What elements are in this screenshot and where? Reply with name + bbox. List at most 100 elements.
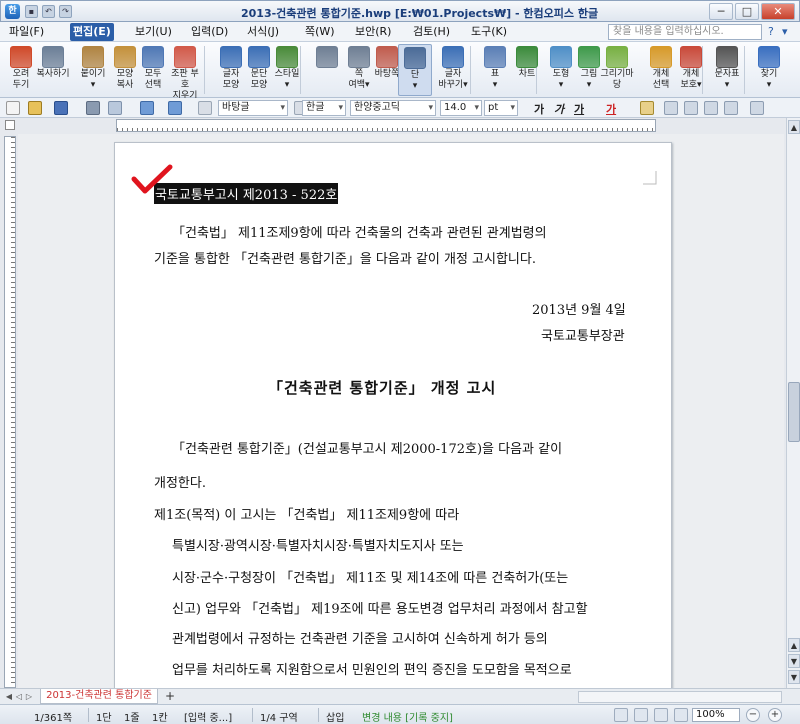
scissors-button[interactable]: 오려 두기	[4, 44, 38, 96]
open-folder-icon[interactable]	[28, 101, 42, 115]
columns-button[interactable]: 단 ▾	[398, 44, 432, 96]
ribbon-separator	[744, 46, 745, 94]
tab-prev-icon[interactable]: ◁	[14, 691, 24, 703]
align-justify-icon[interactable]	[724, 101, 738, 115]
line-spacing-icon[interactable]	[750, 101, 764, 115]
scrollbar-thumb[interactable]	[788, 382, 800, 442]
save-icon[interactable]	[54, 101, 68, 115]
minimize-button[interactable]: ─	[709, 3, 733, 20]
view-outline-icon[interactable]	[674, 708, 688, 722]
menu-view[interactable]: 보기(U)	[132, 23, 175, 41]
find-button[interactable]: 찾기 ▾	[752, 44, 786, 96]
font-select[interactable]: 한양중고딕	[350, 100, 436, 116]
table-button[interactable]: 표 ▾	[478, 44, 512, 96]
copy-button[interactable]: 복사하기	[36, 44, 70, 96]
title-bar: 한 ▪ ↶ ↷ 2013-건축관련 통합기준.hwp [E:₩01.Projec…	[0, 0, 800, 22]
undo-icon[interactable]: ↶	[42, 5, 55, 18]
scroll-down-icon[interactable]: ▼	[788, 670, 800, 684]
unit-select[interactable]: pt	[484, 100, 518, 116]
status-line: 1줄	[124, 713, 140, 724]
menu-edit[interactable]: 편집(E)	[70, 23, 114, 41]
page-button[interactable]	[310, 44, 344, 96]
redo-icon[interactable]: ↷	[59, 5, 72, 18]
tab-next-icon[interactable]: ▷	[24, 691, 34, 703]
tab-first-icon[interactable]: ◀	[4, 691, 14, 703]
status-track-changes[interactable]: 변경 내용 [기록 중지]	[362, 709, 453, 724]
status-area[interactable]: 1/4 구역	[260, 709, 298, 724]
horizontal-scrollbar[interactable]	[578, 691, 782, 703]
doc-article-line: 특별시장·광역시장·특별자치시장·특별자치도지사 또는	[172, 539, 464, 554]
new-document-icon[interactable]	[6, 101, 20, 115]
paste-button[interactable]: 붙이기 ▾	[76, 44, 110, 96]
zoom-select[interactable]: 100%	[692, 708, 740, 722]
chart-button[interactable]: 차트	[510, 44, 544, 96]
undo-icon[interactable]	[140, 101, 154, 115]
menu-tools[interactable]: 도구(K)	[468, 23, 510, 41]
menu-page[interactable]: 쪽(W)	[302, 23, 338, 41]
align-left-icon[interactable]	[664, 101, 678, 115]
view-web-icon[interactable]	[654, 708, 668, 722]
font-size-select[interactable]: 14.0	[440, 100, 482, 116]
ribbon-button-label: 붙이기 ▾	[80, 69, 106, 90]
add-tab-button[interactable]: +	[160, 690, 180, 703]
ribbon-options-icon[interactable]: ▾	[782, 25, 788, 38]
object-protect-button[interactable]: 개체 보호▾	[674, 44, 708, 96]
menu-security[interactable]: 보안(R)	[352, 23, 394, 41]
format-painter-icon	[114, 46, 136, 68]
symbol-icon	[716, 46, 738, 68]
vertical-scrollbar[interactable]: ▲ ▲ ▼ ▼	[786, 118, 800, 690]
bold-button[interactable]: 가	[534, 101, 544, 117]
menu-file[interactable]: 파일(F)	[6, 23, 47, 41]
print-icon[interactable]	[86, 101, 100, 115]
align-right-icon[interactable]	[704, 101, 718, 115]
view-normal-icon[interactable]	[614, 708, 628, 722]
style-button[interactable]: 스타일 ▾	[270, 44, 304, 96]
style-select[interactable]: 바탕글	[218, 100, 288, 116]
doc-title: 「건축관련 통합기준」 개정 고시	[268, 379, 497, 397]
object-select-button[interactable]: 개체 선택	[644, 44, 678, 96]
maximize-button[interactable]: □	[735, 3, 759, 20]
status-insert-mode[interactable]: 삽입	[326, 709, 344, 724]
object-select-icon	[650, 46, 672, 68]
menu-insert[interactable]: 입력(D)	[188, 23, 231, 41]
status-bar: 1/361쪽 1단 1줄 1칸 [입력 중...] 1/4 구역 삽입 변경 내…	[0, 704, 800, 724]
menu-format[interactable]: 서식(J)	[244, 23, 282, 41]
scroll-page-up-icon[interactable]: ▲	[788, 638, 800, 652]
select-all-button[interactable]: 모두 선택	[136, 44, 170, 96]
doc-paragraph-line: 「건축법」 제11조제9항에 따라 건축물의 건축과 관련된 관계법령의	[172, 226, 547, 241]
horizontal-ruler[interactable]	[116, 119, 656, 132]
clipart-button[interactable]: 그리기마당	[600, 44, 634, 96]
document-tab-bar: ◀ ◁ ▷ 2013-건축관련 통합기준 +	[0, 688, 800, 704]
clear-format-button[interactable]: 조판 부호 지우기	[168, 44, 202, 101]
save-icon[interactable]: ▪	[25, 5, 38, 18]
print-preview-icon[interactable]	[108, 101, 122, 115]
ribbon-button-label: 표 ▾	[490, 69, 500, 90]
vertical-ruler[interactable]	[4, 136, 16, 688]
align-center-icon[interactable]	[684, 101, 698, 115]
find-icon	[758, 46, 780, 68]
italic-button[interactable]: 가	[554, 101, 564, 117]
view-layout-icon[interactable]	[634, 708, 648, 722]
language-select[interactable]: 한글	[302, 100, 346, 116]
hancom-logo-icon[interactable]: 한	[5, 4, 20, 19]
zoom-out-button[interactable]: −	[746, 708, 760, 722]
menu-review[interactable]: 검토(H)	[410, 23, 453, 41]
search-input[interactable]: 찾을 내용을 입력하십시오.	[608, 24, 762, 40]
symbol-button[interactable]: 문자표 ▾	[710, 44, 744, 96]
replace-text-button[interactable]: 글자 바꾸기▾	[436, 44, 470, 96]
highlight-icon[interactable]	[640, 101, 654, 115]
font-color-button[interactable]: 가	[606, 101, 616, 117]
scroll-page-down-icon[interactable]: ▼	[788, 654, 800, 668]
ribbon-button-label: 단 ▾	[410, 70, 420, 91]
underline-button[interactable]: 가	[574, 101, 584, 117]
clipart-icon	[606, 46, 628, 68]
ruler-corner-icon[interactable]	[5, 120, 15, 130]
help-icon[interactable]: ?	[768, 25, 774, 38]
status-page[interactable]: 1/361쪽	[34, 709, 72, 724]
document-tab[interactable]: 2013-건축관련 통합기준	[40, 689, 158, 704]
zoom-in-button[interactable]: +	[768, 708, 782, 722]
scroll-up-icon[interactable]: ▲	[788, 120, 800, 134]
redo-icon[interactable]	[168, 101, 182, 115]
style-box-icon[interactable]	[198, 101, 212, 115]
close-button[interactable]: ✕	[761, 3, 795, 20]
